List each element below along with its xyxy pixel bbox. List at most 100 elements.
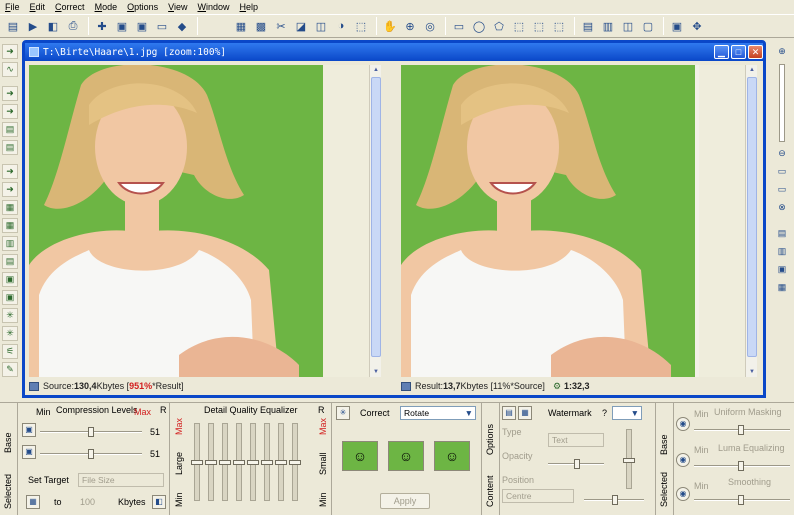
select-remove-icon[interactable]: ⬚ (510, 17, 528, 35)
actual-size-icon[interactable]: ▭ (774, 182, 790, 197)
layers-stack-icon[interactable]: ▤ (2, 140, 18, 155)
tab-options[interactable]: Options (485, 424, 495, 455)
correct-select[interactable]: Rotate ▼ (400, 406, 476, 420)
uniform-masking-slider[interactable] (694, 425, 790, 435)
source-image[interactable] (29, 65, 323, 377)
watermark-position-select[interactable]: Centre (502, 489, 574, 503)
back-icon[interactable]: ➜ (2, 164, 18, 179)
menu-help[interactable]: Help (235, 2, 264, 12)
watermark-size-slider[interactable] (623, 429, 635, 489)
navigate-icon[interactable]: ✥ (688, 17, 706, 35)
source-vertical-scrollbar[interactable]: ▲ ▼ (369, 65, 381, 377)
menu-file[interactable]: File (0, 2, 25, 12)
columns-icon[interactable]: ▥ (2, 236, 18, 251)
contrast-icon[interactable]: ◑ (332, 17, 350, 35)
equalizer-band-2[interactable] (205, 423, 217, 501)
ellipse-select-icon[interactable]: ◯ (470, 17, 488, 35)
smoothing-slider[interactable] (694, 495, 790, 505)
curve-icon[interactable]: ∿ (2, 62, 18, 77)
scroll-up-arrow-icon[interactable]: ▲ (371, 65, 381, 75)
back-all-icon[interactable]: ➜ (2, 182, 18, 197)
convert-icon[interactable]: ✚ (93, 17, 111, 35)
polygon-select-icon[interactable]: ⬠ (490, 17, 508, 35)
print-icon[interactable]: ⎙ (64, 17, 82, 35)
watermark-type-select[interactable]: Text (548, 433, 604, 447)
menu-correct[interactable]: Correct (50, 2, 90, 12)
rows-icon[interactable]: ▤ (2, 254, 18, 269)
compression-value-2[interactable]: 51 (150, 449, 160, 459)
target-type-select[interactable]: File Size (78, 473, 164, 487)
book-icon[interactable]: ◆ (173, 17, 191, 35)
tab-base-masking[interactable]: Base (659, 434, 669, 455)
layers-icon[interactable]: ▤ (2, 122, 18, 137)
result-vertical-scrollbar[interactable]: ▲ ▼ (745, 65, 757, 377)
compression-value-1[interactable]: 51 (150, 427, 160, 437)
result-image[interactable] (401, 65, 695, 377)
watermark-settings-icon[interactable]: ▦ (518, 406, 532, 420)
menu-options[interactable]: Options (122, 2, 163, 12)
equalizer-band-5[interactable] (247, 423, 259, 501)
save-as-icon[interactable]: ▣ (133, 17, 151, 35)
close-button[interactable]: ✕ (748, 45, 763, 59)
minimize-button[interactable]: ▁ (714, 45, 729, 59)
luma-channel-icon[interactable]: ▣ (22, 423, 36, 437)
brush-icon[interactable]: ✎ (2, 362, 18, 377)
forward-icon[interactable]: ➜ (2, 86, 18, 101)
equalizer-band-7[interactable] (275, 423, 287, 501)
compression-slider-1[interactable] (40, 427, 142, 437)
menu-edit[interactable]: Edit (25, 2, 51, 12)
panel-icon[interactable]: ▣ (2, 272, 18, 287)
open-folder-icon[interactable]: ▶ (24, 17, 42, 35)
watermark-help[interactable]: ? (602, 408, 607, 418)
rectangle-select-icon[interactable]: ▭ (450, 17, 468, 35)
watermark-select[interactable]: ▼ (612, 406, 642, 420)
menu-view[interactable]: View (163, 2, 192, 12)
cut-icon[interactable]: ◪ (292, 17, 310, 35)
panel-alt-icon[interactable]: ▣ (2, 290, 18, 305)
tab-selected[interactable]: Selected (3, 474, 13, 509)
equalizer-band-4[interactable] (233, 423, 245, 501)
move-up-icon[interactable]: ➜ (2, 44, 18, 59)
export-icon[interactable]: ▭ (153, 17, 171, 35)
view-split-icon[interactable]: ▤ (774, 226, 790, 241)
chroma-channel-icon[interactable]: ▣ (22, 445, 36, 459)
layout-horizontal-icon[interactable]: ▥ (599, 17, 617, 35)
grid-alt-icon[interactable]: ▦ (2, 218, 18, 233)
batch-icon[interactable]: ◧ (44, 17, 62, 35)
windows-icon[interactable]: ▣ (668, 17, 686, 35)
wand-icon[interactable]: ⚟ (2, 344, 18, 359)
sparkle-icon[interactable]: ✳ (2, 308, 18, 323)
equalizer-band-8[interactable] (289, 423, 301, 501)
apply-button[interactable]: Apply (380, 493, 430, 509)
watermark-offset-slider[interactable] (584, 495, 644, 505)
fullscreen-icon[interactable]: ⊗ (774, 200, 790, 215)
view-result-icon[interactable]: ▣ (774, 262, 790, 277)
lasso-icon[interactable]: ◎ (421, 17, 439, 35)
layout-split-icon[interactable]: ▤ (579, 17, 597, 35)
save-icon[interactable]: ▣ (113, 17, 131, 35)
sparkle-alt-icon[interactable]: ✳ (2, 326, 18, 341)
scroll-down-arrow-icon[interactable]: ▼ (371, 367, 381, 377)
rotate-flip-thumbnail[interactable]: ☺ (388, 441, 424, 471)
document-title-bar[interactable]: T:\Birte\Haare\1.jpg [zoom:100%] ▁ □ ✕ (25, 43, 763, 61)
crop-image-icon[interactable]: ◫ (312, 17, 330, 35)
compare-icon[interactable]: ▦ (232, 17, 250, 35)
luma-equalizing-slider[interactable] (694, 461, 790, 471)
maximize-button[interactable]: □ (731, 45, 746, 59)
resize-icon[interactable]: ⬚ (352, 17, 370, 35)
forward-all-icon[interactable]: ➜ (2, 104, 18, 119)
menu-mode[interactable]: Mode (90, 2, 123, 12)
equalizer-band-3[interactable] (219, 423, 231, 501)
scroll-thumb[interactable] (371, 77, 381, 357)
apply-target-icon[interactable]: ◧ (152, 495, 166, 509)
crop-icon[interactable]: ✂ (272, 17, 290, 35)
uniform-masking-toggle-icon[interactable]: ◉ (676, 417, 690, 431)
select-invert-icon[interactable]: ⬚ (550, 17, 568, 35)
hand-icon[interactable]: ✋ (381, 17, 399, 35)
select-add-icon[interactable]: ⬚ (530, 17, 548, 35)
equalizer-band-6[interactable] (261, 423, 273, 501)
tab-base[interactable]: Base (3, 432, 13, 453)
scroll-up-arrow-icon[interactable]: ▲ (747, 65, 757, 75)
watermark-opacity-slider[interactable] (548, 459, 604, 469)
view-info-icon[interactable]: ▦ (774, 280, 790, 295)
